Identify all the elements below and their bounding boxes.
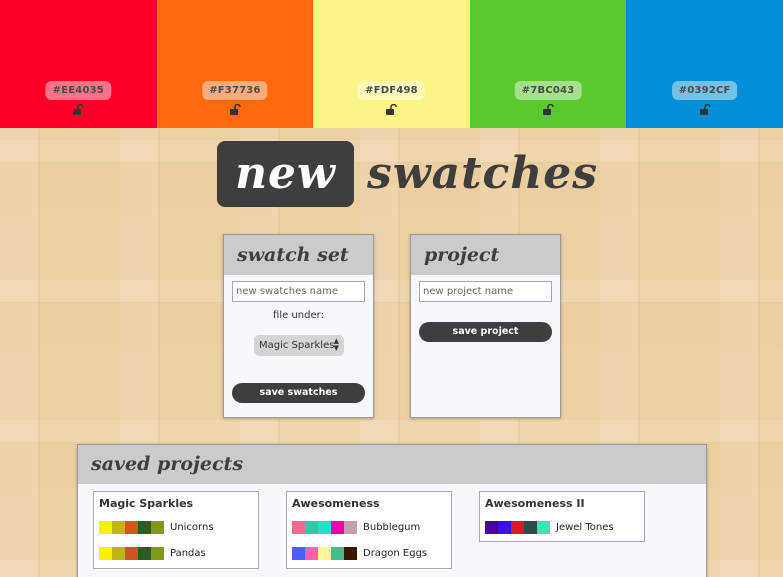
color-chip — [151, 547, 164, 560]
save-swatches-button[interactable]: save swatches — [232, 383, 365, 403]
unlock-icon[interactable] — [385, 104, 398, 116]
saved-swatch-set-name: Unicorns — [170, 522, 214, 533]
color-chip — [99, 547, 112, 560]
color-chip — [292, 547, 305, 560]
swatch[interactable]: #F37736 — [156, 0, 314, 128]
saved-swatch-set-name: Pandas — [170, 548, 206, 559]
color-chip — [331, 521, 344, 534]
saved-swatch-set-name: Bubblegum — [363, 522, 421, 533]
title-text: swatches — [367, 148, 599, 199]
color-chip — [305, 521, 318, 534]
swatch-hex-label[interactable]: #0392CF — [671, 81, 738, 100]
swatch-hex-label[interactable]: #F37736 — [202, 81, 268, 100]
project-card-title[interactable]: Awesomeness II — [485, 497, 585, 510]
unlock-icon[interactable] — [229, 104, 241, 116]
color-chip — [125, 547, 138, 560]
project-card-title[interactable]: Awesomeness — [292, 497, 380, 510]
file-under-select-value: Magic Sparkles — [259, 340, 335, 351]
color-chip — [344, 547, 357, 560]
swatch[interactable]: #EE4035 — [0, 0, 157, 128]
color-chip — [292, 521, 305, 534]
swatch[interactable]: #0392CF — [626, 0, 783, 128]
color-chip — [318, 547, 331, 560]
color-chip — [524, 521, 537, 534]
swatch-set-name-input[interactable] — [232, 281, 365, 302]
color-chip — [318, 521, 331, 534]
color-chip — [331, 547, 344, 560]
saved-swatch-set[interactable]: Jewel Tones — [485, 521, 614, 534]
swatch-strip: #EE4035 #F37736 #FDF498 #7BC043 #0392CF — [0, 0, 783, 128]
saved-swatch-set-name: Dragon Eggs — [363, 548, 428, 559]
color-chip — [537, 521, 550, 534]
project-heading: project — [411, 235, 560, 275]
save-project-button[interactable]: save project — [419, 322, 552, 342]
saved-swatch-set[interactable]: Unicorns — [99, 521, 214, 534]
select-arrows-icon: ▲ ▼ — [333, 337, 339, 352]
page-title: new swatches — [0, 141, 783, 207]
file-under-select[interactable]: Magic Sparkles ▲ ▼ — [254, 335, 344, 356]
project-card-title[interactable]: Magic Sparkles — [99, 497, 193, 510]
unlock-icon[interactable] — [72, 104, 85, 116]
swatch-hex-label[interactable]: #7BC043 — [514, 81, 582, 100]
swatch-set-panel: swatch set file under: Magic Sparkles ▲▼… — [223, 234, 374, 418]
project-card[interactable]: Awesomeness II Jewel Tones — [479, 491, 645, 542]
color-chip — [344, 521, 357, 534]
file-under-label: file under: — [273, 310, 324, 321]
unlock-icon[interactable] — [542, 104, 554, 116]
project-card[interactable]: Awesomeness Bubblegum Dragon Eggs — [286, 491, 452, 569]
color-chip — [151, 521, 164, 534]
swatch-set-heading: swatch set — [224, 235, 373, 275]
saved-projects-heading: saved projects — [78, 445, 706, 484]
color-chip — [138, 547, 151, 560]
color-chip — [305, 547, 318, 560]
saved-swatch-set-name: Jewel Tones — [556, 522, 614, 533]
project-name-input[interactable] — [419, 281, 552, 302]
color-chip — [112, 521, 125, 534]
title-highlight: new — [217, 141, 354, 207]
swatch[interactable]: #7BC043 — [469, 0, 627, 128]
color-chip — [99, 521, 112, 534]
swatch-hex-label[interactable]: #FDF498 — [358, 81, 425, 100]
color-chip — [511, 521, 524, 534]
color-chip — [138, 521, 151, 534]
unlock-icon[interactable] — [699, 104, 711, 116]
color-chip — [485, 521, 498, 534]
saved-swatch-set[interactable]: Dragon Eggs — [292, 547, 427, 560]
saved-swatch-set[interactable]: Pandas — [99, 547, 206, 560]
color-chip — [125, 521, 138, 534]
color-chip — [112, 547, 125, 560]
swatch-hex-label[interactable]: #EE4035 — [45, 81, 111, 100]
saved-swatch-set[interactable]: Bubblegum — [292, 521, 420, 534]
project-panel: project save project — [410, 234, 561, 418]
color-chip — [498, 521, 511, 534]
saved-projects-panel: saved projects Magic Sparkles Unicorns P… — [77, 444, 707, 577]
project-card[interactable]: Magic Sparkles Unicorns Pandas — [93, 491, 259, 569]
swatch[interactable]: #FDF498 — [313, 0, 470, 128]
